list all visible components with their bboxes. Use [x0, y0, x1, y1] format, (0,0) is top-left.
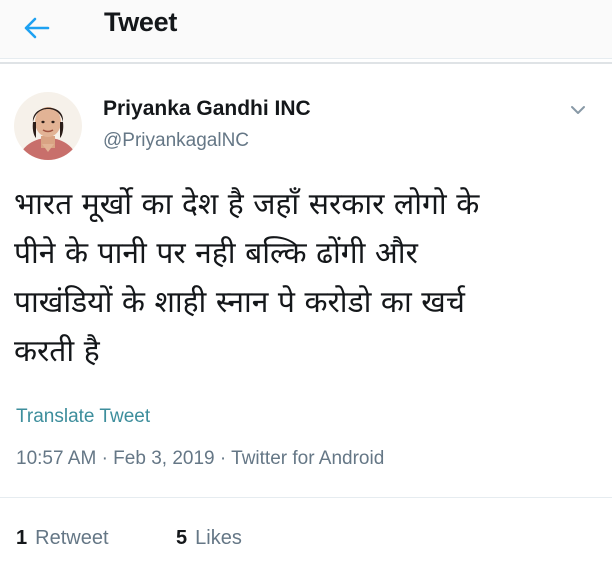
tweet-source[interactable]: Twitter for Android [231, 448, 384, 469]
retweets-count: 1 [16, 527, 28, 549]
tweet-time: 10:57 AM [16, 448, 97, 469]
author-handle[interactable]: @PriyankagalNC [103, 130, 249, 152]
tweet-text: भारत मूर्खो का देश है जहाँ सरकार लोगो के… [14, 187, 480, 369]
likes-stat[interactable]: 5 Likes [176, 527, 242, 550]
meta-separator: · [101, 448, 108, 469]
meta-separator: · [219, 448, 227, 469]
author-display-name[interactable]: Priyanka Gandhi INC [103, 97, 311, 121]
back-arrow-icon[interactable] [18, 10, 54, 46]
tweet-metadata: 10:57 AM · Feb 3, 2019 · Twitter for And… [16, 448, 384, 470]
header-divider [0, 62, 612, 64]
avatar-image [14, 92, 82, 160]
top-bar: Tweet [0, 0, 612, 59]
retweets-label: Retweet [35, 527, 109, 549]
stats-divider [0, 497, 612, 498]
likes-label: Likes [195, 527, 242, 549]
avatar[interactable] [14, 92, 82, 160]
likes-count: 5 [176, 527, 188, 549]
tweet-date: Feb 3, 2019 [113, 448, 215, 469]
retweets-stat[interactable]: 1 Retweet [16, 527, 109, 550]
page-title: Tweet [104, 7, 178, 37]
chevron-down-icon[interactable] [566, 98, 590, 122]
translate-tweet-link[interactable]: Translate Tweet [16, 406, 150, 428]
